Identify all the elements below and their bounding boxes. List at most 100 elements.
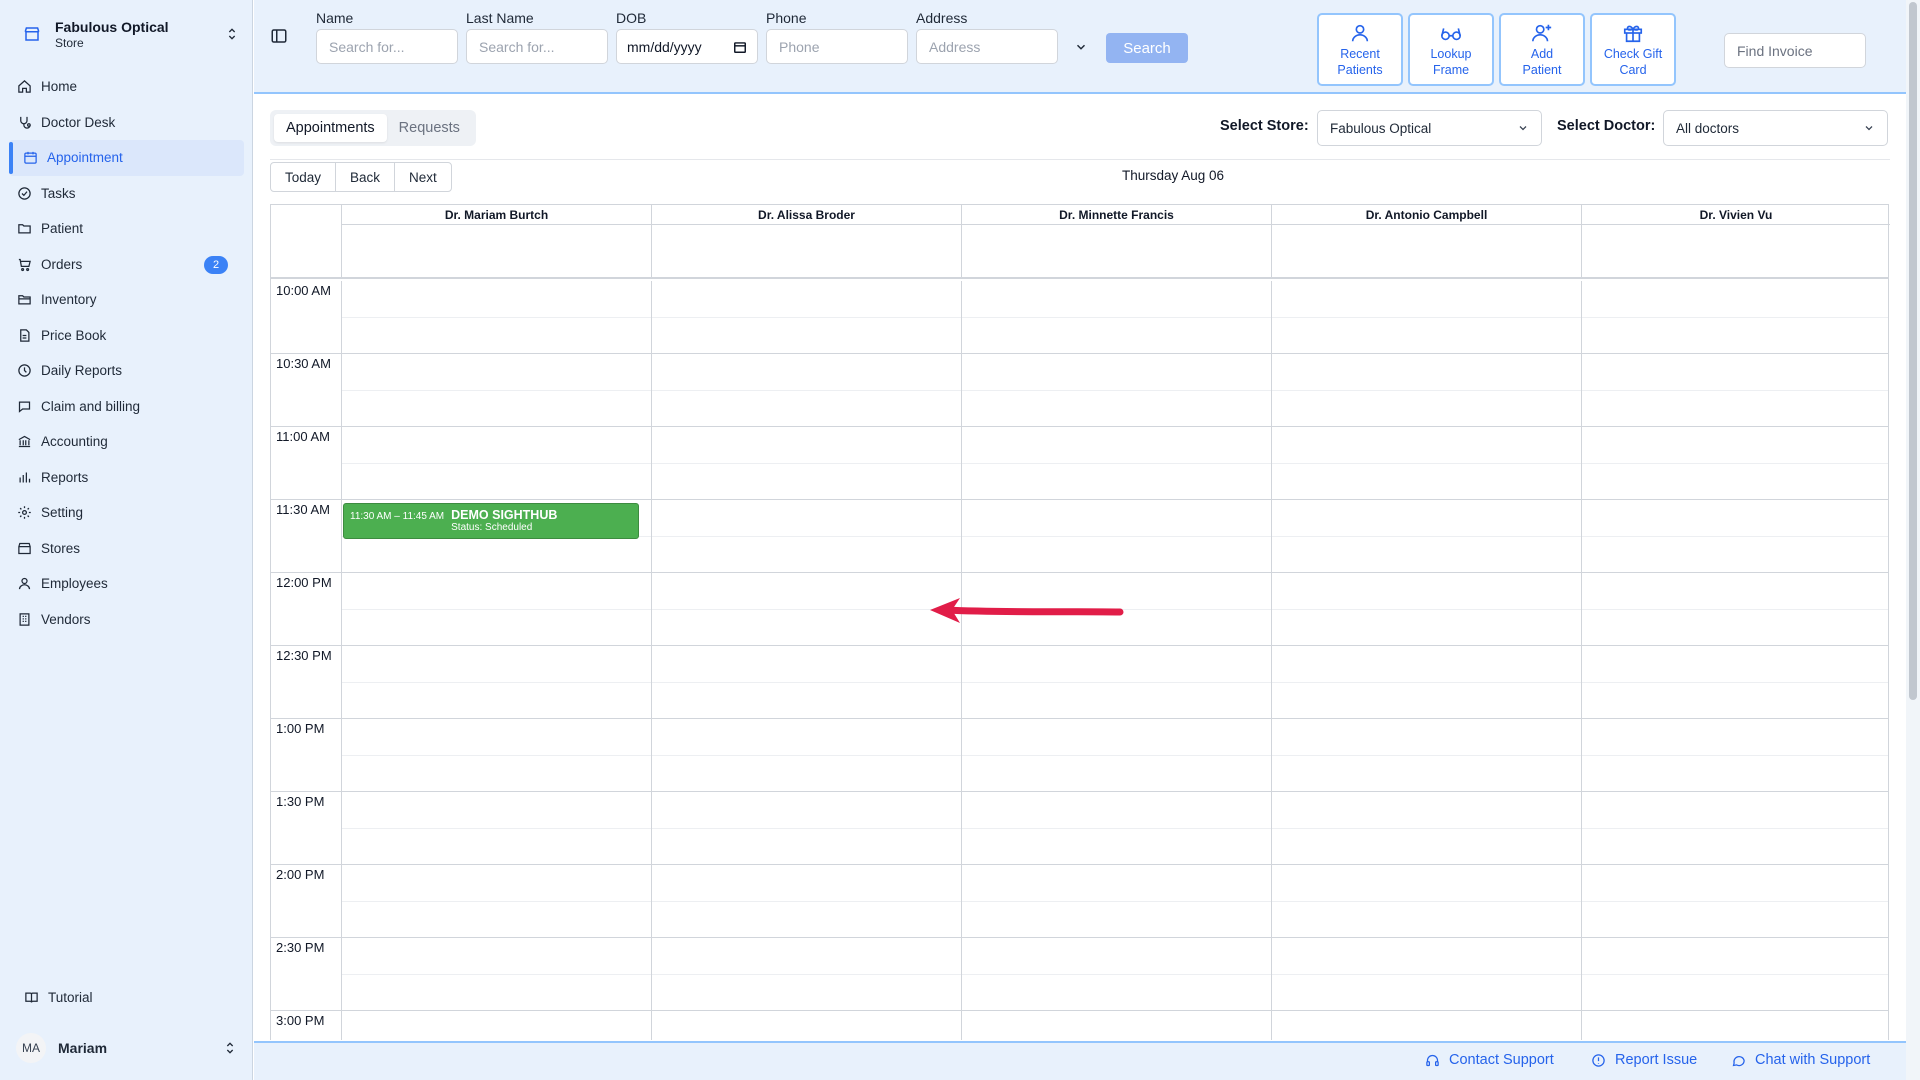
all-day-cell[interactable] [961,225,1271,279]
appointment-panel: Appointments Requests Select Store: Fabu… [254,96,1906,1040]
address-label: Address [916,10,968,26]
store-icon [18,542,31,554]
phone-input[interactable] [766,29,908,64]
sidebar-item-label: Setting [41,505,84,521]
sidebar-item-claim-billing[interactable]: Claim and billing [9,389,244,425]
appointment-event[interactable]: 11:30 AM – 11:45 AM DEMO SIGHTHUB Status… [343,503,639,539]
dob-input[interactable]: mm/dd/yyyy [616,29,758,64]
address-input[interactable] [916,29,1058,64]
sidebar-toggle-icon[interactable] [270,27,288,45]
footer-bar: Contact Support Report Issue Chat with S… [254,1041,1906,1080]
avatar: MA [16,1033,46,1063]
time-slot-row[interactable]: 11:00 AM [271,427,1888,500]
tutorial-link[interactable]: Tutorial [24,990,93,1005]
chevron-up-down-icon [228,28,236,40]
search-button[interactable]: Search [1106,33,1188,63]
sidebar-item-tasks[interactable]: Tasks [9,176,244,212]
sidebar-item-accounting[interactable]: Accounting [9,424,244,460]
sidebar-item-doctor-desk[interactable]: Doctor Desk [9,105,244,141]
all-day-cell[interactable] [1581,225,1890,279]
recent-patients-button[interactable]: Recent Patients [1317,13,1403,86]
sidebar-item-setting[interactable]: Setting [9,495,244,531]
store-name: Fabulous Optical [55,18,169,35]
alert-circle-icon [1592,1053,1605,1067]
time-slot-row[interactable]: 2:00 PM [271,865,1888,938]
add-patient-button[interactable]: Add Patient [1499,13,1585,86]
sidebar-item-employees[interactable]: Employees [9,566,244,602]
find-invoice-input[interactable] [1724,33,1866,68]
orders-count-badge: 2 [204,255,228,274]
sidebar-item-label: Stores [41,540,81,556]
all-day-cell[interactable] [341,225,651,279]
column-divider [651,281,652,1040]
time-slot-row[interactable]: 1:00 PM [271,719,1888,792]
today-button[interactable]: Today [271,163,337,191]
sidebar-item-home[interactable]: Home [9,69,244,105]
check-gift-card-button[interactable]: Check Gift Card [1590,13,1676,86]
sidebar-item-label: Tasks [41,185,76,201]
sidebar-item-label: Orders [41,256,83,272]
check-gift-card-label-line1: Check Gift [1603,47,1663,61]
chat-icon [18,401,31,413]
sidebar-item-patient[interactable]: Patient [9,211,244,247]
time-slot-row[interactable]: 10:00 AM [271,281,1888,354]
gift-icon [1623,25,1643,43]
back-button[interactable]: Back [336,163,396,191]
sidebar-item-daily-reports[interactable]: Daily Reports [9,353,244,389]
clock-icon [18,364,31,377]
sidebar-item-orders[interactable]: Orders 2 [9,247,244,283]
calendar-icon[interactable] [733,40,747,54]
time-slot-row[interactable]: 1:30 PM [271,792,1888,865]
time-slot-row[interactable]: 3:00 PM [271,1011,1888,1040]
time-grid: 10:00 AM 10:30 AM 11:00 AM 11:30 AM 12:0… [271,281,1888,1040]
last-name-input[interactable] [466,29,608,64]
sidebar-item-vendors[interactable]: Vendors [9,602,244,638]
time-slot-row[interactable]: 12:30 PM [271,646,1888,719]
all-day-cell[interactable] [651,225,961,279]
sidebar-nav: Home Doctor Desk Appointment Tasks Patie… [9,69,244,637]
sidebar-item-reports[interactable]: Reports [9,460,244,496]
doctor-select[interactable]: All doctors [1663,110,1888,146]
recent-patients-label-line1: Recent [1340,47,1380,61]
gear-icon [18,506,31,519]
report-issue-link[interactable]: Report Issue [1591,1052,1697,1068]
time-slot-row[interactable]: 10:30 AM [271,354,1888,427]
contact-support-link[interactable]: Contact Support [1425,1052,1554,1068]
time-label: 2:30 PM [276,940,325,955]
sidebar-item-stores[interactable]: Stores [9,531,244,567]
sidebar-item-appointment[interactable]: Appointment [9,140,244,176]
stethoscope-icon [20,116,31,129]
check-circle-icon [18,187,31,200]
time-label: 2:00 PM [276,867,325,882]
file-icon [20,329,30,342]
next-button[interactable]: Next [395,163,451,191]
sidebar-item-label: Price Book [41,327,107,343]
sidebar-item-inventory[interactable]: Inventory [9,282,244,318]
sidebar-item-label: Vendors [41,611,91,627]
store-switcher[interactable]: Fabulous Optical Store [20,14,240,54]
user-menu[interactable]: MA Mariam [16,1032,238,1064]
sidebar-item-label: Accounting [41,434,108,450]
tab-appointments[interactable]: Appointments [274,114,387,142]
column-divider [1271,281,1272,1040]
time-slot-row[interactable]: 2:30 PM [271,938,1888,1011]
scrollbar-thumb[interactable] [1909,2,1917,700]
glasses-icon [1441,28,1461,41]
name-input[interactable] [316,29,458,64]
time-label: 10:30 AM [276,356,331,371]
doctor-column-header: Dr. Antonio Campbell [1271,205,1581,225]
time-label: 10:00 AM [276,283,331,298]
all-day-cell[interactable] [1271,225,1581,279]
page-scrollbar[interactable] [1906,0,1920,1080]
tab-requests[interactable]: Requests [387,114,472,142]
divider [270,159,1890,160]
chevron-down-icon[interactable] [1074,40,1088,54]
calendar-nav: Today Back Next [270,162,452,192]
chat-with-support-link[interactable]: Chat with Support [1731,1052,1870,1068]
view-tabs: Appointments Requests [270,110,476,146]
doctor-column-header: Dr. Vivien Vu [1581,205,1890,225]
store-select[interactable]: Fabulous Optical [1317,110,1542,146]
sidebar-item-price-book[interactable]: Price Book [9,318,244,354]
lookup-frame-button[interactable]: Lookup Frame [1408,13,1494,86]
sidebar: Fabulous Optical Store Home Doctor Desk … [0,0,253,1080]
